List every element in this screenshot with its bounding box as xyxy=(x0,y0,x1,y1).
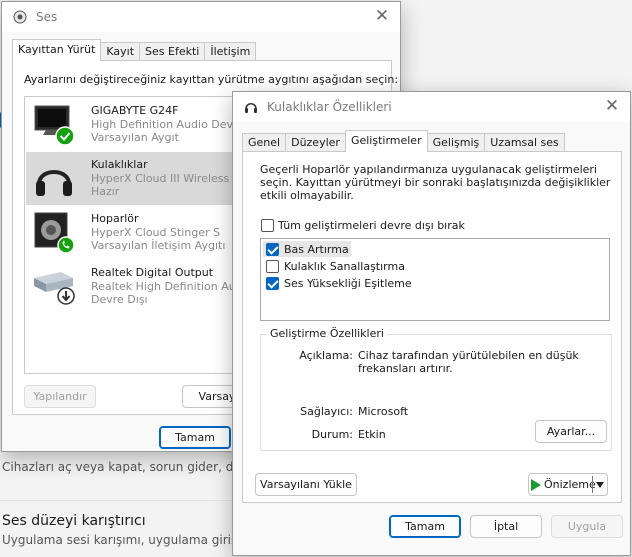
volume-mixer-title[interactable]: Ses düzeyi karıştırıcı xyxy=(2,513,146,529)
tab-sound-effects[interactable]: Ses Efekti xyxy=(139,42,206,61)
list-item[interactable]: Realtek Digital Output Realtek High Defi… xyxy=(26,260,252,313)
device-driver: HyperX Cloud III Wireless xyxy=(91,172,230,185)
restore-defaults-button[interactable]: Varsayılanı Yükle xyxy=(255,473,357,496)
tab-general[interactable]: Genel xyxy=(242,133,287,152)
device-driver: HyperX Cloud Stinger S xyxy=(91,226,221,239)
list-item[interactable]: Hoparlör HyperX Cloud Stinger S Varsayıl… xyxy=(26,206,242,259)
tab-advanced[interactable]: Gelişmiş xyxy=(426,133,486,152)
preview-button[interactable]: Önizleme xyxy=(528,473,608,496)
tab-spatial-sound[interactable]: Uzamsal ses xyxy=(484,133,565,152)
list-item[interactable]: Kulaklıklar HyperX Cloud III Wireless Ha… xyxy=(26,152,242,205)
bass-boost-label[interactable]: Bas Artırma xyxy=(284,243,349,256)
speaker-icon xyxy=(31,210,77,254)
status-value: Etkin xyxy=(358,428,386,441)
devices-row-description: Cihazları aç veya kapat, sorun gider, di… xyxy=(2,460,267,474)
device-status: Varsayılan Aygıt xyxy=(91,131,179,144)
monitor-icon xyxy=(31,102,77,146)
headphones-properties-dialog: Kulaklıklar Özellikleri ✕ Genel Düzeyler… xyxy=(232,91,631,556)
loudness-equalization-checkbox[interactable] xyxy=(266,277,279,290)
device-driver: High Definition Audio Device xyxy=(91,118,249,131)
volume-mixer-description: Uygulama sesi karışımı, uygulama giriş v… xyxy=(2,533,266,547)
enhancements-description: Geçerli Hoparlör yapılandırmanıza uygula… xyxy=(260,163,611,202)
device-name: Hoparlör xyxy=(91,212,139,225)
description-label: Açıklama: xyxy=(299,349,353,362)
disable-all-label[interactable]: Tüm geliştirmeleri devre dışı bırak xyxy=(278,219,465,232)
sound-dialog-title: Ses xyxy=(36,10,58,24)
provider-label: Sağlayıcı: xyxy=(300,405,353,418)
sound-tabstrip: Kayıttan Yürüt Kayıt Ses Efekti İletişim xyxy=(12,39,257,61)
loudness-equalization-label[interactable]: Ses Yüksekliği Eşitleme xyxy=(284,277,412,290)
device-driver: Realtek High Definition Audio xyxy=(91,280,253,293)
preview-dropdown-divider xyxy=(592,476,593,493)
status-label: Durum: xyxy=(311,428,353,441)
play-icon xyxy=(531,478,541,491)
tab-communications[interactable]: İletişim xyxy=(204,42,257,61)
ok-button[interactable]: Tamam xyxy=(159,426,231,449)
device-status: Devre Dışı xyxy=(91,293,148,306)
enhancements-panel: Geçerli Hoparlör yapılandırmanıza uygula… xyxy=(242,151,622,503)
tab-enhancements[interactable]: Geliştirmeler xyxy=(344,130,428,152)
provider-value: Microsoft xyxy=(358,405,409,418)
headphone-virtualization-checkbox[interactable] xyxy=(266,260,279,273)
device-status: Hazır xyxy=(91,185,120,198)
tab-recording[interactable]: Kayıt xyxy=(100,42,141,61)
sound-dialog-titlebar[interactable]: Ses ✕ xyxy=(2,2,400,32)
tab-levels[interactable]: Düzeyler xyxy=(285,133,346,152)
enhancements-list[interactable]: Bas Artırma Kulaklık Sanallaştırma Ses Y… xyxy=(260,238,610,321)
bass-boost-checkbox[interactable] xyxy=(266,243,279,256)
headphones-icon xyxy=(31,156,77,200)
default-check-badge xyxy=(55,126,75,146)
properties-tabstrip: Genel Düzeyler Geliştirmeler Gelişmiş Uz… xyxy=(242,130,565,152)
ok-button[interactable]: Tamam xyxy=(389,515,461,538)
device-name: GIGABYTE G24F xyxy=(91,104,179,117)
device-name: Kulaklıklar xyxy=(91,158,148,171)
device-status: Varsayılan İletişim Aygıtı xyxy=(91,239,226,252)
chevron-down-icon[interactable] xyxy=(596,482,604,488)
properties-titlebar[interactable]: Kulaklıklar Özellikleri ✕ xyxy=(233,92,630,122)
disable-all-checkbox[interactable] xyxy=(261,219,274,232)
communication-phone-badge xyxy=(57,236,75,254)
digital-output-icon xyxy=(31,264,77,308)
description-value: Cihaz tarafından yürütülebilen en düşük … xyxy=(358,349,579,375)
cancel-button[interactable]: İptal xyxy=(470,515,542,538)
headphone-virtualization-label[interactable]: Kulaklık Sanallaştırma xyxy=(284,260,405,273)
close-icon[interactable]: ✕ xyxy=(604,98,620,115)
group-legend: Geliştirme Özellikleri xyxy=(267,327,387,340)
headphones-app-icon xyxy=(243,99,259,115)
close-icon[interactable]: ✕ xyxy=(374,8,390,25)
speaker-app-icon xyxy=(12,9,28,25)
list-item[interactable]: GIGABYTE G24F High Definition Audio Devi… xyxy=(26,98,249,151)
properties-title: Kulaklıklar Özellikleri xyxy=(267,100,392,114)
tab-playback[interactable]: Kayıttan Yürüt xyxy=(12,39,102,61)
settings-button[interactable]: Ayarlar... xyxy=(535,420,607,443)
preview-label: Önizleme xyxy=(544,478,596,491)
apply-button[interactable]: Uygula xyxy=(551,515,623,538)
device-name: Realtek Digital Output xyxy=(91,266,214,279)
enhancement-properties-group: Geliştirme Özellikleri Açıklama: Cihaz t… xyxy=(260,327,612,451)
configure-button[interactable]: Yapılandır xyxy=(24,385,96,408)
instruction-text: Ayarlarını değiştireceğiniz kayıttan yür… xyxy=(24,73,399,86)
